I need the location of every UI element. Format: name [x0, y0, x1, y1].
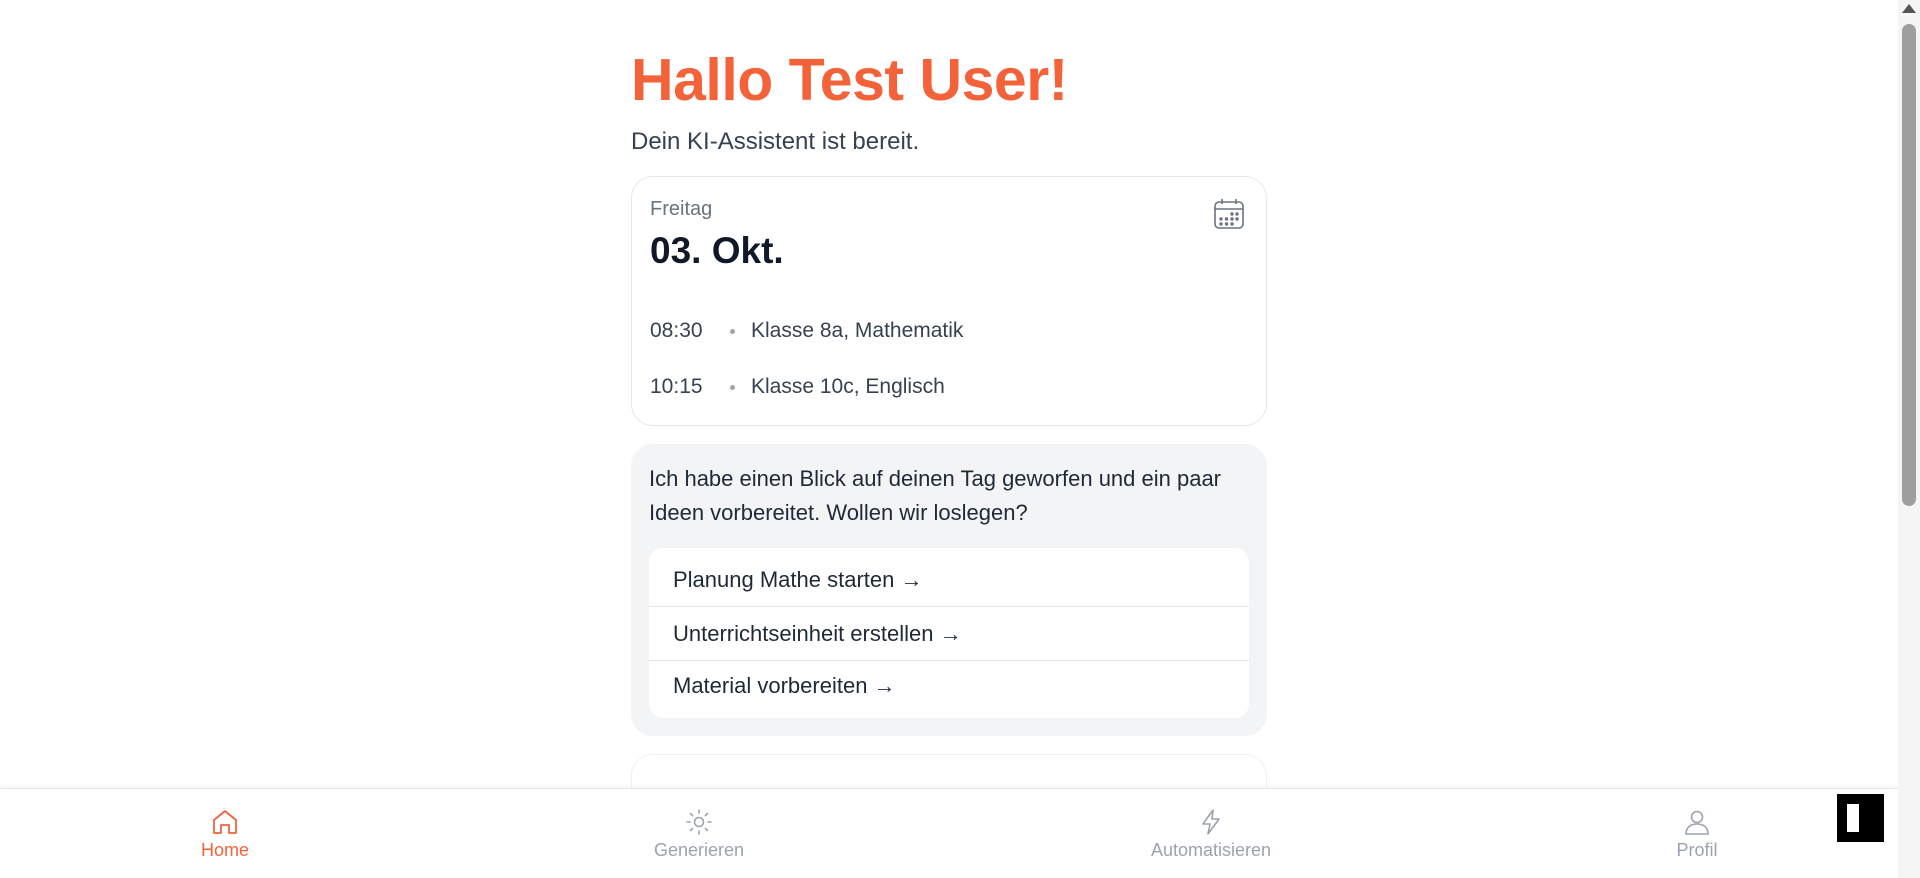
overlay-widget-button[interactable]: [1837, 794, 1884, 842]
event-time: 10:15: [650, 375, 703, 398]
nav-item-generieren[interactable]: Generieren: [619, 807, 779, 861]
assistant-suggestion-card: Ich habe einen Blick auf deinen Tag gewo…: [631, 444, 1267, 736]
weekday-label: Freitag: [650, 198, 713, 220]
main-scroll-area[interactable]: Hallo Test User! Dein KI-Assistent ist b…: [0, 0, 1898, 788]
nav-label-generieren: Generieren: [653, 840, 745, 860]
event-label: Klasse 10c, Englisch: [751, 375, 945, 398]
calendar-icon[interactable]: [1212, 197, 1246, 231]
nav-label-automatisieren: Automatisieren: [1150, 840, 1272, 860]
nav-item-home[interactable]: Home: [145, 807, 305, 861]
nav-item-automatisieren[interactable]: Automatisieren: [1131, 807, 1291, 861]
user-icon: [1685, 810, 1709, 835]
action-plan-math[interactable]: Planung Mathe starten →: [649, 548, 1249, 606]
event-list: 08:30 Klasse 8a, Mathematik 10:15 Klasse…: [650, 303, 1248, 415]
event-label: Klasse 8a, Mathematik: [751, 319, 964, 342]
event-item[interactable]: 10:15 Klasse 10c, Englisch: [650, 359, 1248, 415]
assistant-message: Ich habe einen Blick auf deinen Tag gewo…: [649, 466, 1222, 525]
nav-label-home: Home: [200, 840, 249, 860]
scrollbar-thumb[interactable]: [1902, 24, 1916, 506]
bullet-dot: [730, 384, 735, 390]
date-label: 03. Okt.: [650, 230, 784, 271]
widget-bar-icon: [1847, 804, 1859, 832]
action-create-unit[interactable]: Unterrichtseinheit erstellen →: [649, 606, 1249, 660]
event-time: 08:30: [650, 319, 703, 342]
action-prepare-material[interactable]: Material vorbereiten →: [649, 660, 1249, 718]
vertical-scrollbar[interactable]: [1898, 0, 1920, 878]
home-content: Hallo Test User! Dein KI-Assistent ist b…: [631, 0, 1267, 788]
bullet-dot: [730, 328, 735, 334]
event-item[interactable]: 08:30 Klasse 8a, Mathematik: [650, 303, 1248, 359]
next-card-partial: [631, 754, 1267, 788]
suggestion-actions: Planung Mathe starten → Unterrichtseinhe…: [649, 548, 1249, 718]
today-schedule-card: Freitag 03. Okt. 08:30 Klasse 8a, Mathem…: [631, 176, 1267, 426]
scroll-up-arrow-icon[interactable]: [1902, 4, 1916, 13]
sun-icon: [686, 809, 712, 835]
bottom-navigation: Home Generieren Automatisieren Profil: [0, 788, 1898, 878]
page-subtitle: Dein KI-Assistent ist bereit.: [631, 128, 920, 155]
page-title: Hallo Test User!: [631, 47, 1068, 113]
lightning-icon: [1202, 809, 1220, 835]
home-icon: [213, 810, 237, 834]
nav-label-profil: Profil: [1676, 840, 1718, 860]
nav-item-profil[interactable]: Profil: [1617, 807, 1777, 861]
